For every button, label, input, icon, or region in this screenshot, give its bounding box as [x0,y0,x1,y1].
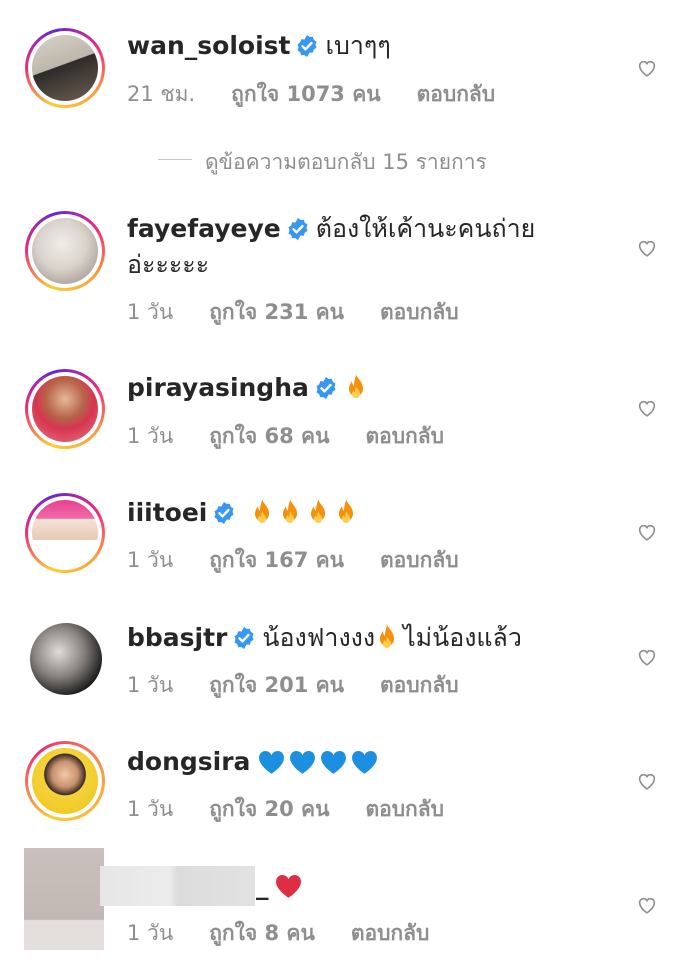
comment-likes[interactable]: ถูกใจ 231 คน [209,296,344,329]
avatar[interactable] [25,28,105,108]
redacted-username [100,866,255,906]
heart-outline-icon[interactable] [636,397,658,419]
comment-time: 1 วัน [127,797,174,821]
blue-heart-emoji [289,750,316,775]
fire-emoji [344,373,368,401]
comment-meta: 21 ชม. ถูกใจ 1073 คน ตอบกลับ [127,78,495,111]
comment-likes[interactable]: ถูกใจ 68 คน [209,420,329,453]
comment-meta: 1 วัน ถูกใจ 8 คน ตอบกลับ [127,917,429,950]
view-replies-label[interactable]: ดูข้อความตอบกลับ 15 รายการ [205,146,487,179]
comment-username[interactable]: iiitoei [127,498,207,527]
reply-button[interactable]: ตอบกลับ [417,78,496,111]
comment-text: น้องฟางงง [262,623,376,652]
avatar[interactable] [25,493,105,573]
view-replies[interactable]: ดูข้อความตอบกลับ 15 รายการ [0,146,700,174]
heart-outline-icon[interactable] [636,521,658,543]
comment-meta: 1 วัน ถูกใจ 167 คน ตอบกลับ [127,544,459,577]
fire-emoji [334,498,358,526]
heart-outline-icon[interactable] [636,770,658,792]
verified-badge-icon [286,217,310,241]
avatar[interactable] [30,623,102,695]
reply-button[interactable]: ตอบกลับ [365,420,444,453]
comment-username[interactable]: _ [256,871,269,900]
heart-outline-icon[interactable] [636,57,658,79]
comment-text: ไม่น้องแล้ว [403,623,522,652]
verified-badge-icon [232,626,256,650]
comment-time: 1 วัน [127,921,174,945]
verified-badge-icon [212,501,236,525]
comment-time: 1 วัน [127,673,174,697]
comment-time: 1 วัน [127,424,174,448]
comment-likes[interactable]: ถูกใจ 167 คน [209,544,344,577]
reply-button[interactable]: ตอบกลับ [351,917,430,950]
comment-meta: 1 วัน ถูกใจ 68 คน ตอบกลับ [127,420,444,453]
heart-outline-icon[interactable] [636,894,658,916]
comment-meta: 1 วัน ถูกใจ 20 คน ตอบกลับ [127,793,444,826]
comment-likes[interactable]: ถูกใจ 201 คน [209,669,344,702]
comment-username[interactable]: bbasjtr [127,623,227,652]
blue-heart-emoji [351,750,378,775]
comment-time: 1 วัน [127,548,174,572]
fire-emoji [375,623,399,651]
red-heart-emoji [275,874,302,899]
verified-badge-icon [314,376,338,400]
heart-outline-icon[interactable] [636,646,658,668]
comment-likes[interactable]: ถูกใจ 20 คน [209,793,329,826]
fire-emoji [306,498,330,526]
comment-username[interactable]: pirayasingha [127,373,309,402]
avatar[interactable] [25,211,105,291]
fire-emoji [250,498,274,526]
blue-heart-emoji [320,750,347,775]
comment-likes[interactable]: ถูกใจ 8 คน [209,917,315,950]
divider-line [158,159,192,160]
comment-time: 21 ชม. [127,82,196,106]
comment-time: 1 วัน [127,300,174,324]
comment-meta: 1 วัน ถูกใจ 201 คน ตอบกลับ [127,669,459,702]
comment-username[interactable]: fayefayeye [127,214,281,243]
comment-text: เบาๆๆ [325,31,391,60]
fire-emoji [278,498,302,526]
reply-button[interactable]: ตอบกลับ [380,669,459,702]
avatar[interactable] [25,369,105,449]
comment-meta: 1 วัน ถูกใจ 231 คน ตอบกลับ [127,296,459,329]
avatar[interactable] [24,848,104,950]
comment-username[interactable]: dongsira [127,747,250,776]
blue-heart-emoji [258,750,285,775]
heart-outline-icon[interactable] [636,237,658,259]
comment-username[interactable]: wan_soloist [127,31,290,60]
reply-button[interactable]: ตอบกลับ [365,793,444,826]
verified-badge-icon [295,34,319,58]
reply-button[interactable]: ตอบกลับ [380,544,459,577]
reply-button[interactable]: ตอบกลับ [380,296,459,329]
comment-likes[interactable]: ถูกใจ 1073 คน [231,78,380,111]
avatar[interactable] [25,741,105,821]
